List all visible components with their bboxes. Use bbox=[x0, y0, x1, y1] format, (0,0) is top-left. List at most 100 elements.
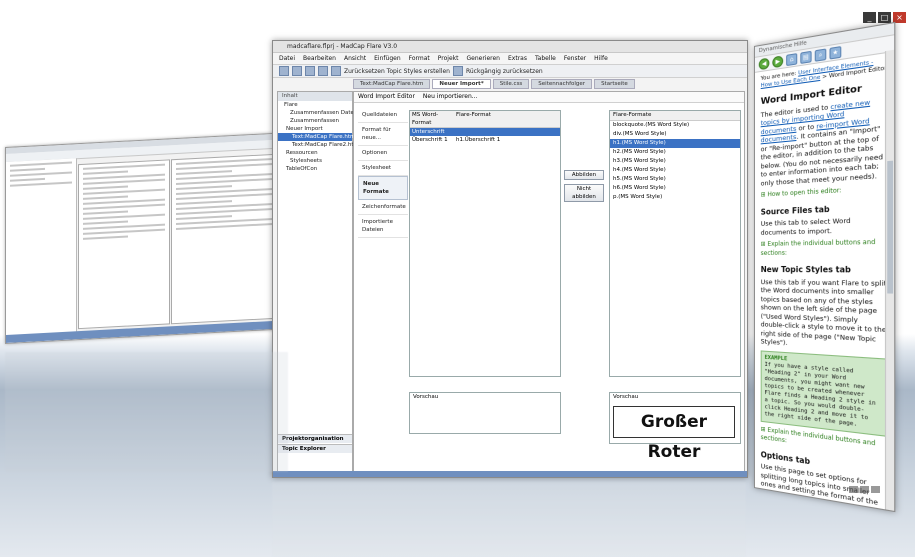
menu-bar: Datei Bearbeiten Ansicht Einfügen Format… bbox=[273, 53, 747, 65]
scroll-thumb[interactable] bbox=[887, 161, 893, 294]
main-window-reflection bbox=[272, 482, 746, 557]
editor-header: Word Import Editor Neu importieren... bbox=[354, 92, 744, 103]
print-icon[interactable]: ▤ bbox=[800, 50, 811, 63]
list-item[interactable]: h6.(MS Word Style) bbox=[610, 184, 740, 193]
tab-madcap-flare[interactable]: Text:MadCap Flare.htm bbox=[353, 79, 430, 89]
new-icon[interactable] bbox=[279, 66, 289, 76]
sidetab-optionen[interactable]: Optionen bbox=[358, 146, 408, 161]
menu-ansicht[interactable]: Ansicht bbox=[344, 53, 366, 64]
list-item[interactable]: h4.(MS Word Style) bbox=[610, 166, 740, 175]
panel-projektorganisation[interactable]: Projektorganisation bbox=[278, 434, 352, 443]
list-item-selected[interactable]: h1.(MS Word Style) bbox=[610, 139, 740, 148]
search-icon[interactable]: ⌕ bbox=[815, 48, 827, 61]
tree-node[interactable]: Ressourcen bbox=[278, 149, 352, 157]
expand-buttons-1[interactable]: ⊞ Explain the individual buttons and sec… bbox=[761, 238, 888, 258]
sidetab-neue-formate[interactable]: Neue Formate bbox=[358, 176, 408, 200]
tab-seitennachfolger[interactable]: Seitennachfolger bbox=[531, 79, 592, 89]
list-item[interactable]: p.(MS Word Style) bbox=[610, 193, 740, 202]
unmap-button[interactable]: Nicht abbilden bbox=[564, 184, 604, 202]
copy-icon[interactable] bbox=[331, 66, 341, 76]
back-window bbox=[5, 132, 290, 344]
window-controls: _ □ × bbox=[863, 12, 906, 23]
preview-left-label: Vorschau bbox=[410, 393, 560, 401]
tree-node[interactable]: Stylesheets bbox=[278, 157, 352, 165]
undo-icon[interactable] bbox=[453, 66, 463, 76]
menu-format[interactable]: Format bbox=[409, 53, 430, 64]
list-header: Flare-Formate bbox=[610, 111, 740, 121]
project-explorer: Inhalt Flare Zusammenfassen Dateien Zusa… bbox=[277, 91, 353, 473]
example-box: EXAMPLE If you have a style called "Head… bbox=[761, 350, 888, 436]
status-bar bbox=[273, 471, 747, 477]
section-source-files: Source Files tab bbox=[761, 202, 888, 216]
reflected-control bbox=[871, 486, 880, 493]
reflected-window-controls bbox=[849, 486, 880, 493]
document-tabs: Text:MadCap Flare.htm Neuer Import* Stil… bbox=[273, 79, 747, 89]
main-window: madcaflare.flprj - MadCap Flare V3.0 Dat… bbox=[272, 40, 748, 478]
tree-node[interactable]: TableOfCon bbox=[278, 165, 352, 173]
list-item[interactable]: h3.(MS Word Style) bbox=[610, 157, 740, 166]
menu-hilfe[interactable]: Hilfe bbox=[594, 53, 608, 64]
undo-reset-button[interactable]: Rückgängig zurücksetzen bbox=[466, 68, 543, 75]
main-title: madcaflare.flprj - MadCap Flare V3.0 bbox=[273, 41, 747, 53]
tree-node[interactable]: Text:MadCap Flare2.htm bbox=[278, 141, 352, 149]
table-row[interactable]: Unterschrift bbox=[410, 128, 560, 136]
help-content: You are here: User Interface Elements - … bbox=[755, 52, 894, 512]
save-icon[interactable] bbox=[305, 66, 315, 76]
section-new-topic-styles-text: Use this tab if you want Flare to split … bbox=[761, 278, 888, 354]
preview-left: Vorschau bbox=[409, 392, 561, 434]
table-row[interactable]: Überschrift 1 h1.Überschrift 1 bbox=[410, 136, 560, 144]
back-arrow-icon[interactable]: ◀ bbox=[759, 57, 770, 70]
menu-extras[interactable]: Extras bbox=[508, 53, 527, 64]
reset-topic-styles-button[interactable]: Zurücksetzen Topic Styles erstellen bbox=[344, 68, 450, 75]
menu-generieren[interactable]: Generieren bbox=[467, 53, 501, 64]
favorites-icon[interactable]: ★ bbox=[829, 45, 841, 59]
reimport-button[interactable]: Neu importieren... bbox=[423, 92, 478, 102]
list-item[interactable]: h5.(MS Word Style) bbox=[610, 175, 740, 184]
tree-node[interactable]: Flare bbox=[278, 101, 352, 109]
minimize-button[interactable]: _ bbox=[863, 12, 876, 23]
sidetab-zeichenformate[interactable]: Zeichenformate bbox=[358, 200, 408, 215]
open-icon[interactable] bbox=[292, 66, 302, 76]
expand-open-editor[interactable]: ⊞ How to open this editor: bbox=[761, 184, 888, 200]
preview-text: Großer Roter bbox=[613, 406, 735, 438]
list-item[interactable]: blockquote.(MS Word Style) bbox=[610, 121, 740, 130]
tree-node[interactable]: Zusammenfassen bbox=[278, 117, 352, 125]
grid-header: MS Word-Format Flare-Format bbox=[410, 111, 560, 128]
reflected-control bbox=[849, 486, 858, 493]
panel-topic-explorer[interactable]: Topic Explorer bbox=[278, 444, 352, 453]
word-import-editor: Word Import Editor Neu importieren... Qu… bbox=[353, 91, 745, 473]
list-item[interactable]: h2.(MS Word Style) bbox=[610, 148, 740, 157]
back-style-list bbox=[78, 159, 170, 329]
home-icon[interactable]: ⌂ bbox=[786, 53, 797, 66]
tab-startseite[interactable]: Startseite bbox=[594, 79, 635, 89]
back-properties bbox=[171, 153, 285, 324]
tree-node[interactable]: Zusammenfassen Dateien bbox=[278, 109, 352, 117]
sidetab-format[interactable]: Format für neue... bbox=[358, 123, 408, 146]
maximize-button[interactable]: □ bbox=[878, 12, 891, 23]
flare-format-list: Flare-Formate blockquote.(MS Word Style)… bbox=[609, 110, 741, 377]
tree-node[interactable]: Neuer Import bbox=[278, 125, 352, 133]
menu-datei[interactable]: Datei bbox=[279, 53, 295, 64]
forward-arrow-icon[interactable]: ▶ bbox=[772, 55, 783, 68]
map-button[interactable]: Abbilden bbox=[564, 170, 604, 180]
menu-fenster[interactable]: Fenster bbox=[564, 53, 586, 64]
cut-icon[interactable] bbox=[318, 66, 328, 76]
menu-projekt[interactable]: Projekt bbox=[438, 53, 459, 64]
reflected-control bbox=[860, 486, 869, 493]
menu-einfuegen[interactable]: Einfügen bbox=[374, 53, 400, 64]
back-window-reflection bbox=[5, 352, 288, 472]
menu-tabelle[interactable]: Tabelle bbox=[535, 53, 556, 64]
sidetab-quelldateien[interactable]: Quelldateien bbox=[358, 108, 408, 123]
list-item[interactable]: div.(MS Word Style) bbox=[610, 130, 740, 139]
sidetab-stylesheet[interactable]: Stylesheet bbox=[358, 161, 408, 176]
tab-stile[interactable]: Stile.css bbox=[493, 79, 530, 89]
section-new-topic-styles: New Topic Styles tab bbox=[761, 266, 888, 275]
preview-right-label: Vorschau bbox=[610, 393, 740, 401]
dynamic-help-panel: Dynamische Hilfe ◀ ▶ ⌂ ▤ ⌕ ★ You are her… bbox=[754, 22, 895, 512]
sidetab-importierte-dateien[interactable]: Importierte Dateien bbox=[358, 215, 408, 238]
menu-bearbeiten[interactable]: Bearbeiten bbox=[303, 53, 336, 64]
help-scrollbar[interactable] bbox=[885, 50, 894, 511]
tab-neuer-import[interactable]: Neuer Import* bbox=[432, 79, 490, 89]
tree-node-selected[interactable]: Text:MadCap Flare.htm bbox=[278, 133, 352, 141]
back-project-tree bbox=[6, 158, 77, 343]
